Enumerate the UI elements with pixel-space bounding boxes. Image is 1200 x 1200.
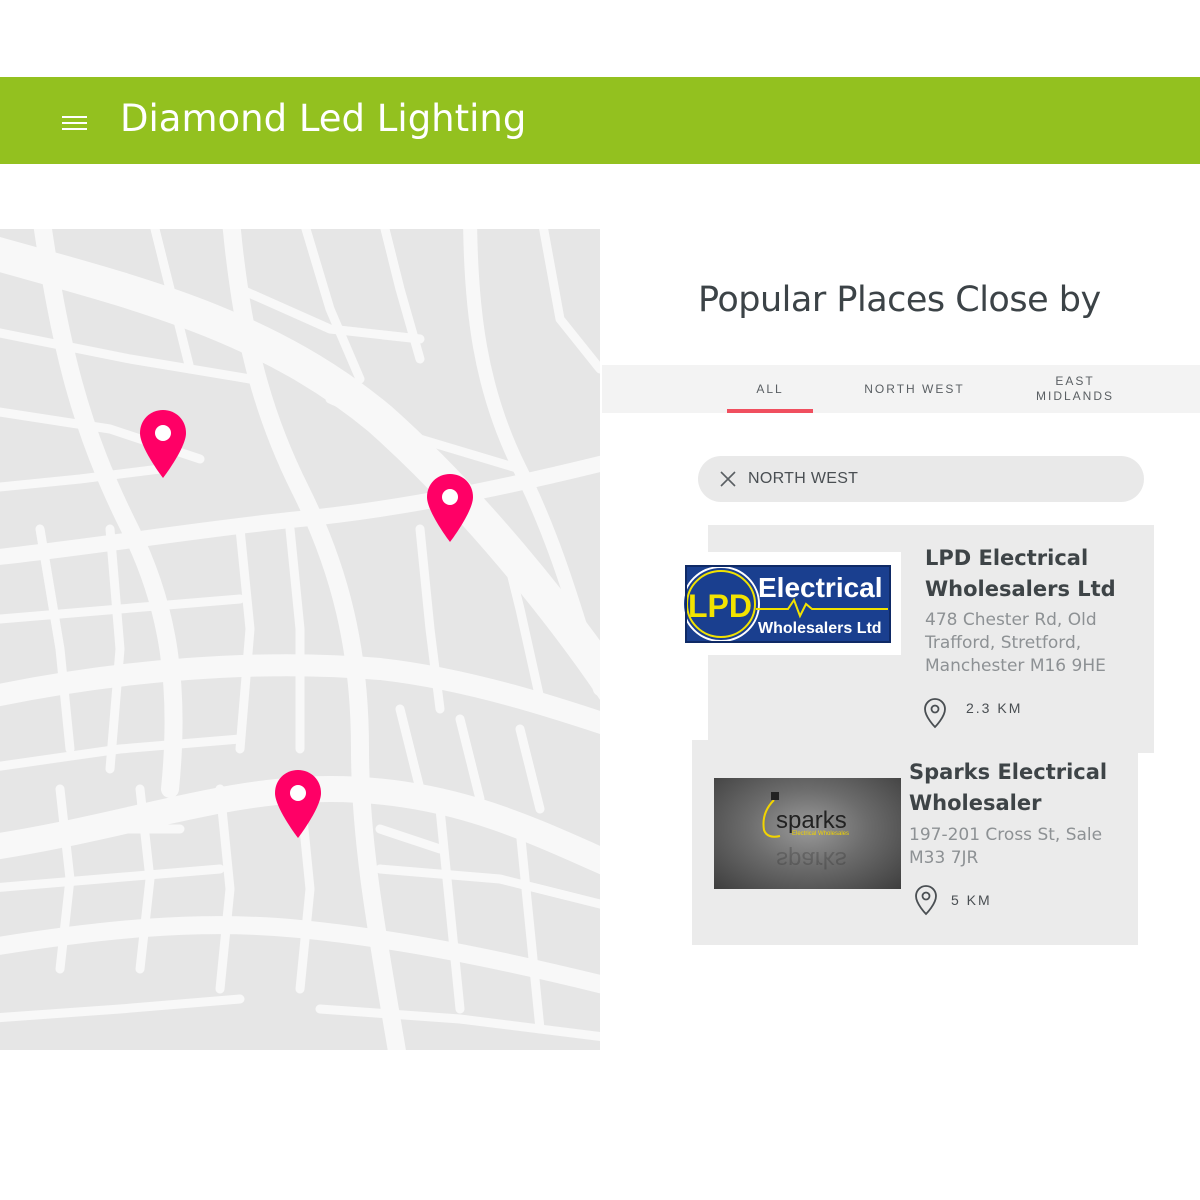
lpd-logo-bottom-text: Wholesalers Ltd (758, 620, 882, 637)
place-address: 478 Chester Rd, Old Trafford, Stretford,… (925, 610, 1106, 676)
sparks-logo-sub-text: Electrical Wholesales (792, 831, 849, 837)
place-distance: 5 KM (951, 892, 992, 908)
filter-chip-label: NORTH WEST (748, 470, 859, 487)
close-icon[interactable] (719, 470, 737, 488)
tab-north-west[interactable]: NORTH WEST (857, 365, 972, 413)
active-filter-chip[interactable]: NORTH WEST (698, 456, 1144, 502)
tab-east-midlands[interactable]: EAST MIDLANDS (1027, 365, 1123, 413)
map-pin-icon[interactable] (138, 408, 188, 480)
top-app-bar: Diamond Led Lighting (0, 77, 1200, 164)
lpd-logo-left-text: LPD (688, 588, 752, 624)
place-name[interactable]: Sparks Electrical Wholesaler (909, 757, 1129, 819)
location-pin-icon (915, 885, 937, 916)
app-title: Diamond Led Lighting (120, 97, 527, 140)
sparks-logo-reflection: sparks (776, 846, 847, 873)
lpd-logo-top-text: Electrical (758, 572, 883, 603)
tab-all[interactable]: ALL (727, 365, 813, 413)
place-name[interactable]: LPD Electrical Wholesalers Ltd (925, 543, 1135, 605)
section-title: Popular Places Close by (698, 280, 1101, 320)
map-view[interactable] (0, 229, 600, 1050)
place-distance: 2.3 KM (966, 700, 1023, 716)
sparks-logo-main-text: sparks (776, 807, 847, 834)
place-address: 197-201 Cross St, Sale M33 7JR (909, 825, 1103, 868)
map-pin-icon[interactable] (273, 768, 323, 840)
location-pin-icon (924, 698, 946, 729)
map-pin-icon[interactable] (425, 472, 475, 544)
lpd-logo: LPD Electrical Wholesalers Ltd (678, 552, 901, 655)
region-tab-bar: ALL NORTH WEST EAST MIDLANDS (602, 365, 1200, 413)
tab-east-midlands-label: EAST MIDLANDS (1035, 374, 1114, 403)
hamburger-menu-icon[interactable] (60, 110, 90, 132)
sparks-logo: sparks Electrical Wholesales sparks (714, 778, 901, 889)
map-roads (0, 229, 600, 1050)
